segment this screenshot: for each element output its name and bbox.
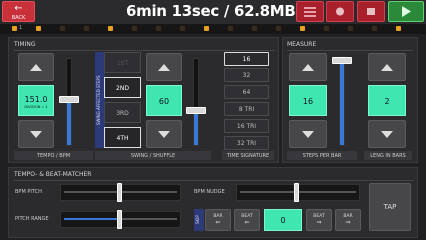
division-label: DIVISION = 1 xyxy=(24,105,48,109)
grid-button[interactable] xyxy=(296,1,324,22)
play-icon xyxy=(402,6,411,17)
swing-step-1st[interactable]: 1ST xyxy=(104,52,141,73)
step-led xyxy=(300,26,305,31)
skip-bar-back-button[interactable]: BAR ⇐ xyxy=(205,209,231,231)
time-sig-32tri[interactable]: 32 TRI xyxy=(224,136,269,150)
swing-steps-label: SWING AFFECTED STEPS xyxy=(96,75,101,125)
arrow-right-icon: ⇒ xyxy=(316,219,322,226)
step-led xyxy=(156,26,161,31)
time-sig-8tri[interactable]: 8 TRI xyxy=(224,102,269,116)
steps-slider-knob[interactable] xyxy=(332,57,352,64)
len-up-button[interactable] xyxy=(368,53,406,81)
time-sig-16[interactable]: 16 xyxy=(224,52,269,66)
tempo-display[interactable]: 151.0 DIVISION = 1 xyxy=(18,85,54,116)
arrow-down-icon xyxy=(381,131,393,138)
bpm-pitch-label: BPM PITCH xyxy=(15,189,42,195)
swing-up-button[interactable] xyxy=(146,53,182,81)
skip-label: SKIP xyxy=(195,215,200,225)
tempo-label: TEMPO / BPM xyxy=(36,153,71,159)
step-led xyxy=(84,26,89,31)
play-button[interactable] xyxy=(388,1,424,22)
swing-step-2nd[interactable]: 2ND xyxy=(104,77,141,98)
grid-icon xyxy=(304,7,316,17)
step-led xyxy=(276,26,281,31)
arrow-down-icon xyxy=(158,131,170,138)
divider xyxy=(14,50,275,51)
step-led xyxy=(180,26,185,31)
stop-button[interactable] xyxy=(357,1,385,22)
pitch-range-fill xyxy=(64,218,119,220)
beat-offset-display[interactable]: 0 xyxy=(264,209,302,231)
swing-slider-fill xyxy=(194,112,198,145)
stop-icon xyxy=(367,8,375,15)
divider xyxy=(287,50,413,51)
tempo-down-button[interactable] xyxy=(18,120,54,148)
steps-display[interactable]: 16 xyxy=(289,85,327,116)
arrow-up-icon xyxy=(302,64,314,71)
bpm-nudge-label: BPM NUDGE xyxy=(194,189,225,195)
tempo-value: 151.0 xyxy=(24,95,48,104)
timing-title: TIMING xyxy=(14,41,36,48)
arrow-left-icon: ⇐ xyxy=(244,219,250,226)
step-led xyxy=(108,26,113,31)
back-button[interactable]: ← BACK xyxy=(2,1,35,22)
swing-step-4th[interactable]: 4TH xyxy=(104,127,141,148)
record-icon xyxy=(336,7,344,16)
arrow-up-icon xyxy=(158,64,170,71)
bpm-nudge-knob[interactable] xyxy=(294,183,299,202)
step-led xyxy=(36,26,41,31)
measure-title: MEASURE xyxy=(287,41,317,48)
step-led xyxy=(372,26,377,31)
app-root: ← BACK 6min 13sec / 62.8MB 1 TIMING 151.… xyxy=(0,0,426,240)
step-led xyxy=(228,26,233,31)
recording-status: 6min 13sec / 62.8MB xyxy=(126,2,296,20)
tempo-slider-fill xyxy=(67,100,71,145)
step-led xyxy=(132,26,137,31)
swing-step-3rd[interactable]: 3RD xyxy=(104,102,141,123)
steps-label: STEPS PER BAR xyxy=(302,153,342,159)
swing-display[interactable]: 60 xyxy=(146,85,182,116)
tempo-up-button[interactable] xyxy=(18,53,54,81)
tempo-slider-knob[interactable] xyxy=(59,96,79,103)
tap-button[interactable]: TAP xyxy=(369,183,411,231)
back-arrow-icon: ← xyxy=(14,3,23,14)
arrow-up-icon xyxy=(381,64,393,71)
step-led xyxy=(396,26,401,31)
swing-slider-knob[interactable] xyxy=(186,107,206,114)
steps-up-button[interactable] xyxy=(289,53,327,81)
steps-slider-fill xyxy=(340,62,344,145)
len-label: LENG IN BARS xyxy=(370,153,406,159)
pitch-range-label: PITCH RANGE xyxy=(15,216,49,222)
swing-down-button[interactable] xyxy=(146,120,182,148)
time-sig-32[interactable]: 32 xyxy=(224,68,269,82)
beat-matcher-title: TEMPO- & BEAT-MATCHER xyxy=(14,171,92,178)
step-led xyxy=(348,26,353,31)
step-led xyxy=(12,26,17,31)
record-button[interactable] xyxy=(326,1,354,22)
time-sig-64[interactable]: 64 xyxy=(224,85,269,99)
skip-beat-back-button[interactable]: BEAT ⇐ xyxy=(234,209,260,231)
arrow-down-icon xyxy=(30,131,42,138)
step-led xyxy=(204,26,209,31)
skip-beat-forward-button[interactable]: BEAT ⇒ xyxy=(306,209,332,231)
arrow-left-icon: ⇐ xyxy=(215,219,221,226)
time-sig-label: TIME SIGNATURE xyxy=(226,153,270,159)
bpm-pitch-knob[interactable] xyxy=(117,183,122,202)
arrow-right-icon: ⇒ xyxy=(345,219,351,226)
divider xyxy=(14,180,414,181)
back-label: BACK xyxy=(11,15,26,21)
step-number: 1 xyxy=(19,25,23,31)
skip-bar-forward-button[interactable]: BAR ⇒ xyxy=(335,209,361,231)
time-sig-16tri[interactable]: 16 TRI xyxy=(224,119,269,133)
step-led xyxy=(324,26,329,31)
swing-label: SWING / SHUFFLE xyxy=(130,153,176,159)
len-down-button[interactable] xyxy=(368,120,406,148)
steps-down-button[interactable] xyxy=(289,120,327,148)
arrow-up-icon xyxy=(30,64,42,71)
arrow-down-icon xyxy=(302,131,314,138)
step-led xyxy=(60,26,65,31)
step-led xyxy=(252,26,257,31)
len-display[interactable]: 2 xyxy=(368,85,406,116)
pitch-range-knob[interactable] xyxy=(117,210,122,229)
